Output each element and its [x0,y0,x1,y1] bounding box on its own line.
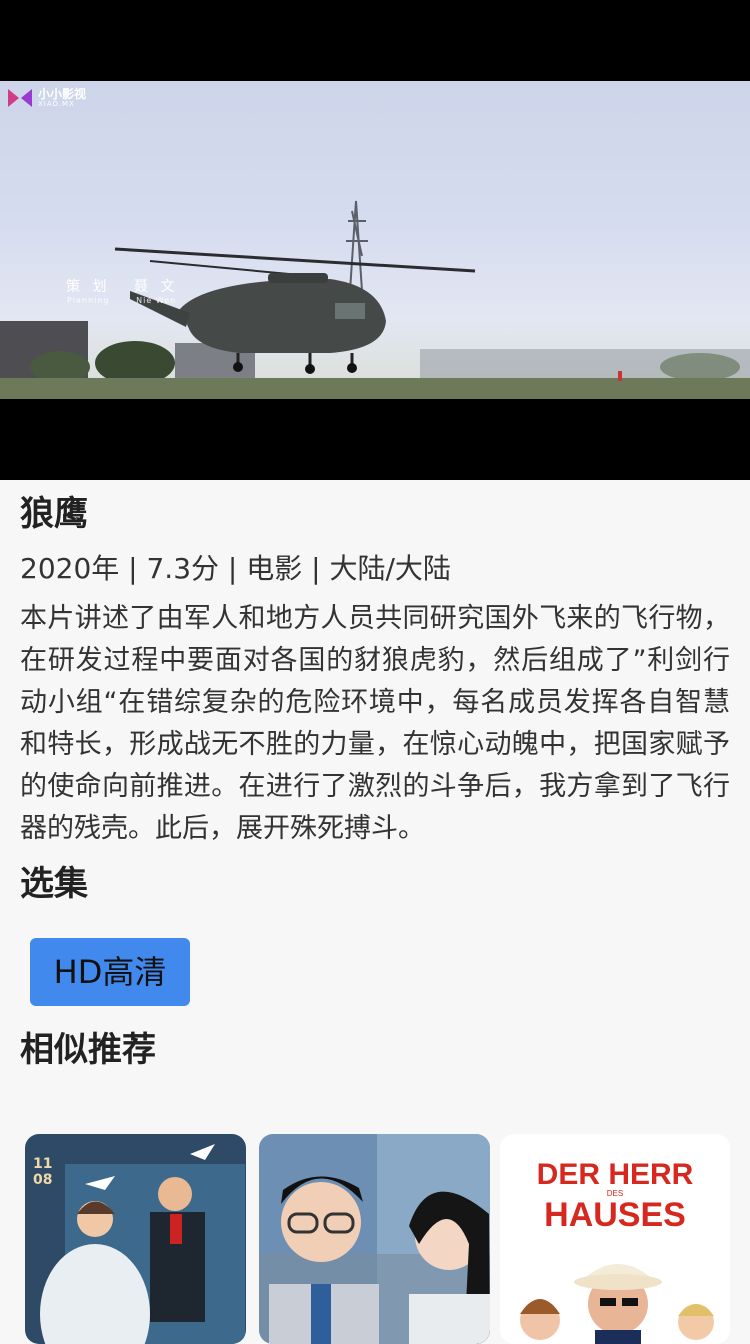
recommend-poster-2[interactable] [259,1134,490,1344]
recommend-title: 相似推荐 [20,1030,156,1070]
wedding-poster [25,1134,246,1344]
detail-content: 狼鹰 2020年 | 7.3分 | 电影 | 大陆/大陆 本片讲述了由军人和地方… [20,480,730,1070]
butterfly-logo-icon [8,89,32,107]
episodes-title: 选集 [20,864,88,904]
watermark: 小小影视 XIAO.MX [6,87,86,109]
portrait-poster [259,1134,490,1344]
recommend-poster-1[interactable]: 11 08 [25,1134,246,1344]
credit-name: 聂 文 Nie Wen [134,279,179,305]
recommend-list: 11 08 DER HERR DES HAUSES [0,1134,750,1344]
poster-3-title-line2: HAUSES [544,1196,686,1234]
movie-title: 狼鹰 [20,494,88,534]
watermark-title: 小小影视 [38,87,87,101]
poster-1-date: 11 08 [33,1156,53,1188]
video-player[interactable]: 小小影视 XIAO.MX 策 划 Planning 聂 文 Nie Wen [0,81,750,480]
poster-3-title-line1: DER HERR [536,1158,694,1191]
helicopter-scene [0,200,750,399]
movie-meta: 2020年 | 7.3分 | 电影 | 大陆/大陆 [20,552,451,585]
recommend-poster-3[interactable]: DER HERR DES HAUSES [500,1134,730,1344]
episode-button-hd[interactable]: HD高清 [30,938,190,1006]
watermark-sub: XIAO.MX [38,100,75,108]
video-frame[interactable]: 小小影视 XIAO.MX 策 划 Planning 聂 文 Nie Wen [0,81,750,399]
movie-description: 本片讲述了由军人和地方人员共同研究国外飞来的飞行物，在研发过程中要面对各国的豺狼… [20,603,730,844]
credit-planning: 策 划 Planning [66,279,111,305]
status-bar [0,0,750,81]
